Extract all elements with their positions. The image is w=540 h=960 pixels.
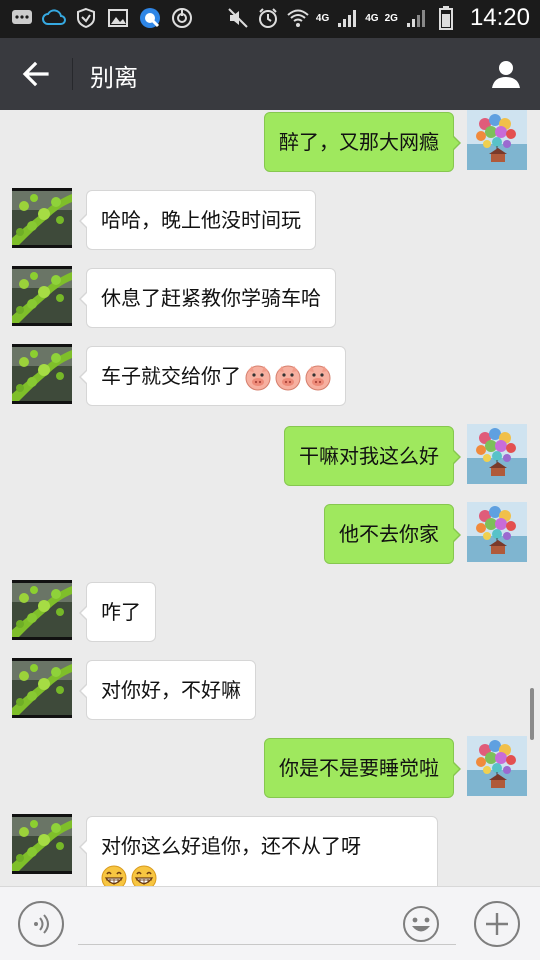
network-type-label: 4G — [315, 12, 330, 24]
message-bubble-incoming[interactable]: 车子就交给你了 — [79, 346, 346, 406]
message-text: 他不去你家 — [339, 522, 439, 546]
message-text: 醉了，又那大网瘾 — [279, 130, 439, 154]
message-bubble-outgoing[interactable]: 你是不是要睡觉啦 — [264, 738, 461, 798]
message-bubble-incoming[interactable]: 对你这么好追你，还不从了呀 — [79, 816, 438, 886]
title-bar: 别离 — [0, 38, 540, 110]
contact-avatar[interactable] — [12, 814, 72, 874]
status-notification-icons — [10, 6, 194, 30]
voice-icon — [34, 914, 49, 934]
message-bubble-outgoing[interactable]: 干嘛对我这么好 — [284, 426, 461, 486]
battery-icon — [434, 6, 458, 30]
browser-icon — [138, 6, 162, 30]
mute-icon — [226, 6, 250, 30]
chat-notification-icon — [10, 6, 34, 30]
input-bar — [0, 886, 540, 960]
message-bubble-incoming[interactable]: 咋了 — [79, 582, 156, 642]
my-avatar[interactable] — [467, 110, 527, 170]
person-icon — [492, 61, 520, 88]
message-list[interactable]: 醉了，又那大网瘾 哈哈，晚上他没时间玩 休息了赶紧教你学骑车哈 车子就交给你了 … — [0, 110, 540, 886]
signal-icon — [335, 6, 359, 30]
message-bubble-incoming[interactable]: 对你好，不好嘛 — [79, 660, 256, 720]
voice-input-button[interactable] — [18, 901, 64, 947]
power-icon — [170, 6, 194, 30]
contact-avatar[interactable] — [12, 344, 72, 404]
shield-icon — [74, 6, 98, 30]
my-avatar[interactable] — [467, 736, 527, 796]
chat-title: 别离 — [90, 64, 138, 92]
message-bubble-outgoing[interactable]: 醉了，又那大网瘾 — [264, 112, 461, 172]
plus-icon — [486, 913, 508, 935]
message-text: 干嘛对我这么好 — [299, 444, 439, 468]
contact-avatar[interactable] — [12, 580, 72, 640]
message-input[interactable] — [78, 905, 456, 945]
contact-avatar[interactable] — [12, 266, 72, 326]
grinning-emoji — [101, 864, 127, 886]
pig-face-emoji — [245, 365, 271, 390]
message-bubble-outgoing[interactable]: 他不去你家 — [324, 504, 461, 564]
status-bar: 4G 4G 2G 14:20 — [0, 0, 540, 38]
cloud-icon — [42, 6, 66, 30]
alarm-icon — [256, 6, 280, 30]
pig-face-emoji — [305, 365, 331, 390]
contact-avatar[interactable] — [12, 658, 72, 718]
message-text: 对你这么好追你，还不从了呀 — [101, 834, 361, 858]
title-divider — [72, 58, 73, 90]
my-avatar[interactable] — [467, 502, 527, 562]
my-avatar[interactable] — [467, 424, 527, 484]
back-arrow-icon — [22, 61, 49, 87]
wifi-icon — [286, 6, 310, 30]
network-type-label-2: 4G — [365, 12, 379, 24]
scrollbar[interactable] — [530, 688, 534, 740]
contact-avatar[interactable] — [12, 188, 72, 248]
grinning-emoji — [131, 864, 157, 886]
gallery-icon — [106, 6, 130, 30]
more-options-button[interactable] — [474, 901, 520, 947]
back-button[interactable] — [14, 54, 58, 94]
message-bubble-incoming[interactable]: 哈哈，晚上他没时间玩 — [79, 190, 316, 250]
message-text: 对你好，不好嘛 — [101, 678, 241, 702]
message-text: 车子就交给你了 — [101, 364, 241, 388]
emoji-button[interactable] — [402, 901, 440, 947]
message-text: 哈哈，晚上他没时间玩 — [101, 208, 301, 232]
status-system-icons: 4G 4G 2G 14:20 — [226, 4, 530, 32]
pig-face-emoji — [275, 365, 301, 390]
message-text: 咋了 — [101, 600, 141, 624]
message-text: 休息了赶紧教你学骑车哈 — [101, 286, 321, 310]
message-text: 你是不是要睡觉啦 — [279, 756, 439, 780]
smiley-icon — [403, 906, 439, 942]
message-bubble-incoming[interactable]: 休息了赶紧教你学骑车哈 — [79, 268, 336, 328]
network-type-label-3: 2G — [384, 12, 398, 24]
status-time: 14:20 — [469, 4, 530, 31]
signal-icon-2 — [404, 6, 428, 30]
profile-button[interactable] — [486, 54, 526, 94]
